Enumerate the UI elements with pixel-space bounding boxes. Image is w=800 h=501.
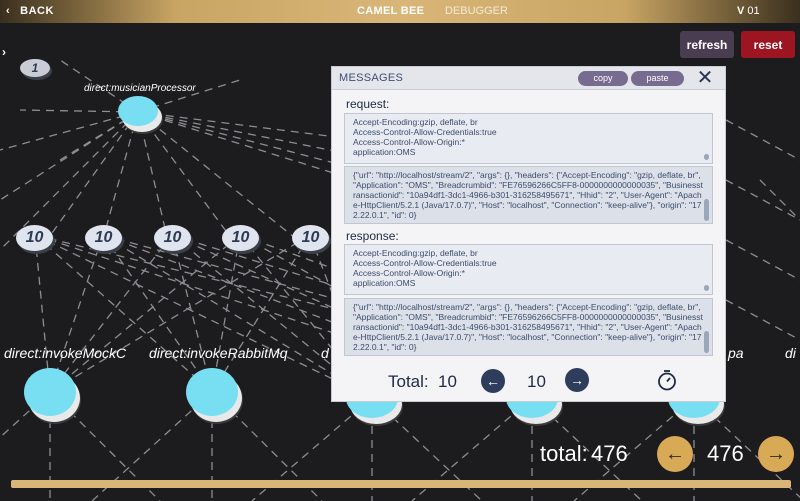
expand-sidebar-icon[interactable]: › (2, 45, 6, 59)
header-line: application:OMS (353, 147, 416, 157)
copy-button[interactable]: copy (578, 71, 628, 86)
request-headers-box[interactable]: Accept-Encoding:gzip, deflate, br Access… (344, 113, 713, 164)
scrollbar-thumb[interactable] (704, 199, 709, 221)
response-headers-box[interactable]: Accept-Encoding:gzip, deflate, br Access… (344, 244, 713, 295)
request-body-box[interactable]: {"url": "http://localhost/stream/2", "ar… (344, 166, 713, 224)
edge-badge: 10 (16, 225, 53, 251)
header-line: Access-Control-Allow-Credentials:true (353, 127, 497, 137)
edge-line (759, 179, 800, 221)
arrow-left-icon[interactable]: ← (657, 436, 693, 472)
footer-total-value: 476 (591, 441, 628, 466)
edge-line (725, 299, 800, 341)
edge-line (0, 111, 139, 151)
brand-tab[interactable]: CAMEL BEE (357, 0, 424, 23)
header-line: Accept-Encoding:gzip, deflate, br (353, 117, 478, 127)
edge-line (725, 179, 800, 221)
scrollbar-thumb[interactable] (704, 154, 709, 160)
response-body-text: {"url": "http://localhost/stream/2", "ar… (353, 302, 703, 352)
node-label: direct:invokeMockC (4, 345, 127, 361)
paste-button[interactable]: paste (631, 71, 684, 86)
stopwatch-icon[interactable] (656, 369, 678, 391)
header-line: Access-Control-Allow-Credentials:true (353, 258, 497, 268)
edge-line (211, 234, 311, 393)
node-label: pa (728, 345, 744, 361)
edge-badge: 10 (85, 225, 122, 251)
request-label: request: (346, 97, 390, 111)
footer-page-value: 476 (707, 441, 744, 466)
scrollbar-thumb[interactable] (704, 331, 709, 353)
close-icon[interactable]: ✕ (695, 67, 715, 89)
node-label: d (321, 345, 329, 361)
top-node[interactable] (118, 96, 158, 126)
header-line: Access-Control-Allow-Origin:* (353, 137, 465, 147)
version-number: 01 (747, 5, 760, 17)
edge-line (102, 234, 213, 393)
top-count-badge: 1 (20, 59, 50, 77)
header-line: application:OMS (353, 278, 416, 288)
edge-line (49, 234, 311, 393)
header-line: Accept-Encoding:gzip, deflate, br (353, 248, 478, 258)
node-label: direct:invokeRabbitMq (149, 345, 288, 361)
edge-badge: 10 (154, 225, 191, 251)
graph-canvas[interactable]: ‹ BACK CAMEL BEE DEBUGGER V 01 › refresh … (0, 0, 800, 501)
endpoint-node[interactable] (24, 368, 76, 416)
arrow-right-icon[interactable]: → (565, 368, 589, 392)
top-node-label: direct:musicianProcessor (84, 83, 196, 94)
response-body-box[interactable]: {"url": "http://localhost/stream/2", "ar… (344, 298, 713, 356)
footer-total-label: total: (540, 441, 588, 466)
arrow-left-icon[interactable]: ← (481, 369, 505, 393)
messages-panel: MESSAGES copy paste ✕ request: Accept-En… (331, 66, 726, 402)
version-label: V 01 (737, 0, 760, 23)
total-value: 10 (438, 372, 457, 391)
messages-header: MESSAGES copy paste ✕ (332, 67, 725, 90)
edge-line (49, 234, 173, 393)
timeline-slider[interactable] (11, 480, 791, 488)
edge-line (725, 239, 800, 281)
scrollbar-thumb[interactable] (704, 285, 709, 291)
arrow-right-icon[interactable]: → (758, 436, 794, 472)
reset-button[interactable]: reset (741, 31, 795, 58)
node-label: di (785, 345, 796, 361)
back-button[interactable]: ‹ BACK (6, 0, 54, 23)
refresh-button[interactable]: refresh (680, 31, 734, 58)
edge-line (137, 111, 361, 141)
edge-badge: 10 (292, 225, 329, 251)
edge-line (34, 234, 213, 393)
header-line: Access-Control-Allow-Origin:* (353, 268, 465, 278)
tab-debugger[interactable]: DEBUGGER (445, 0, 508, 23)
back-label: BACK (20, 5, 54, 17)
page-value: 10 (527, 372, 546, 391)
total-label: Total: (388, 372, 429, 391)
version-prefix: V (737, 5, 745, 17)
messages-title: MESSAGES (339, 72, 404, 84)
edge-badge: 10 (222, 225, 259, 251)
response-label: response: (346, 229, 399, 243)
chevron-left-icon: ‹ (6, 5, 11, 17)
edge-line (725, 119, 800, 161)
request-body-text: {"url": "http://localhost/stream/2", "ar… (353, 170, 703, 220)
endpoint-node[interactable] (186, 368, 238, 416)
